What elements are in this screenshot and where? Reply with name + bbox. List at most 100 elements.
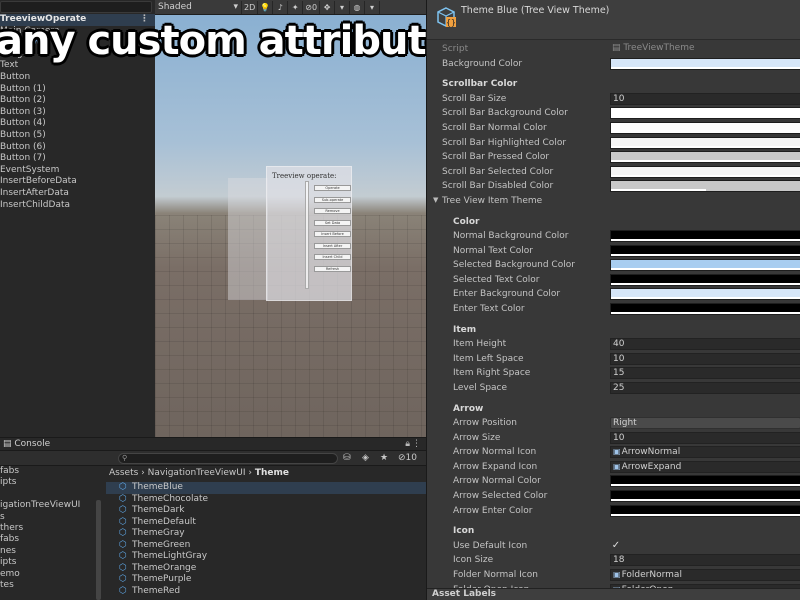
console-icon: ▤ (3, 439, 12, 449)
folder-item[interactable]: s (0, 512, 100, 523)
tools-icon[interactable]: ✥ (320, 0, 336, 14)
property-dropdown-arrow-position[interactable]: Right (610, 417, 800, 429)
treeview-button-set-data[interactable]: Set Data (314, 219, 351, 226)
asset-item-themepurple[interactable]: ⬡ ThemePurple (106, 574, 426, 586)
more-options-icon[interactable]: ⋮ (412, 439, 421, 449)
folder-item[interactable]: emo (0, 569, 100, 580)
lock-icon[interactable]: 🔒︎ (405, 439, 410, 449)
hierarchy-item-button-5[interactable]: Button (5) (0, 130, 155, 142)
treeview-button-operate[interactable]: Operate (314, 185, 351, 191)
asset-item-themedefault[interactable]: ⬡ ThemeDefault (106, 517, 426, 529)
foldout-arrow-icon[interactable]: ▼ (433, 196, 438, 204)
property-field-scroll-bar-size[interactable]: 10 (610, 92, 800, 105)
treeview-button-sub-operate[interactable]: Sub-operate (314, 196, 351, 203)
folder-item[interactable]: thers (0, 523, 100, 534)
property-color-selected-text-color[interactable] (610, 273, 800, 286)
asset-item-themegray[interactable]: ⬡ ThemeGray (106, 528, 426, 540)
property-checkbox-use-default-icon[interactable]: ✓ (610, 540, 622, 552)
audio-icon[interactable]: ♪ (273, 0, 289, 14)
folder-item[interactable]: igationTreeViewUI (0, 500, 100, 511)
tab-console[interactable]: ▤ Console (3, 439, 50, 449)
treeview-button-insert-before[interactable]: Insert Before (314, 231, 351, 237)
treeview-button-remove[interactable]: Remove (314, 208, 351, 214)
property-color-enter-text-color[interactable] (610, 303, 800, 315)
breadcrumb-item-navigationtreeviewui[interactable]: NavigationTreeViewUI (148, 468, 246, 478)
tools-dropdown-icon[interactable]: ▾ (335, 0, 351, 14)
property-color-normal-text-color[interactable] (610, 244, 800, 257)
breadcrumb-item-assets[interactable]: Assets (109, 468, 138, 478)
script-name: TreeViewTheme (623, 43, 695, 53)
gizmos-dropdown-icon[interactable]: ▾ (365, 0, 381, 14)
property-object-arrow-normal-icon[interactable]: ▣ArrowNormal (610, 446, 800, 459)
property-field-icon-size[interactable]: 18 (610, 554, 800, 567)
hierarchy-item-button-3[interactable]: Button (3) (0, 107, 155, 119)
asset-item-themegreen[interactable]: ⬡ ThemeGreen (106, 540, 426, 552)
folder-item[interactable]: nes (0, 546, 100, 557)
property-color-arrow-normal-color[interactable] (610, 475, 800, 488)
folder-item[interactable]: fabs (0, 534, 100, 545)
hierarchy-search-input[interactable] (0, 1, 152, 13)
property-field-level-space[interactable]: 25 (610, 381, 800, 394)
property-field-arrow-size[interactable]: 10 (610, 431, 800, 444)
hierarchy-item-button-4[interactable]: Button (4) (0, 118, 155, 130)
hidden-packages-count: 10 (405, 453, 417, 463)
treeview-button-insert-child[interactable]: Insert Child (314, 254, 351, 260)
property-color-scroll-bar-pressed-color[interactable] (610, 151, 800, 164)
property-object-arrow-expand-icon[interactable]: ▣ArrowExpand (610, 460, 800, 473)
property-color-scroll-bar-highlighted-color[interactable] (610, 136, 800, 149)
hierarchy-item-insertafterdata[interactable]: InsertAfterData (0, 188, 155, 200)
property-color-arrow-enter-color[interactable] (610, 504, 800, 517)
shading-mode-dropdown[interactable]: Shaded ▾ (155, 0, 242, 14)
asset-item-themered[interactable]: ⬡ ThemeRed (106, 586, 426, 598)
property-color-scroll-bar-selected-color[interactable] (610, 165, 800, 178)
property-color-selected-background-color[interactable] (610, 259, 800, 272)
hierarchy-item-button-2[interactable]: Button (2) (0, 95, 155, 107)
folder-item[interactable]: tes (0, 580, 100, 591)
property-object-folder-normal-icon[interactable]: ▣FolderNormal (610, 568, 800, 581)
property-field-item-left-space[interactable]: 10 (610, 352, 800, 365)
property-color-scroll-bar-disabled-color[interactable] (610, 180, 800, 193)
property-color-arrow-selected-color[interactable] (610, 490, 800, 502)
property-color-scroll-bar-normal-color[interactable] (610, 121, 800, 134)
folder-item[interactable]: ipts (0, 477, 100, 488)
treeview-button-insert-after[interactable]: Insert After (314, 242, 351, 249)
color-alpha-bar (611, 253, 800, 256)
filter-by-type-icon[interactable]: ⛁ (343, 453, 351, 463)
property-field-item-right-space[interactable]: 15 (610, 367, 800, 380)
hierarchy-item-button-6[interactable]: Button (6) (0, 142, 155, 154)
project-search-input[interactable]: ⚲ (118, 453, 338, 464)
asset-item-themeorange[interactable]: ⬡ ThemeOrange (106, 563, 426, 575)
favorite-star-icon[interactable]: ★ (380, 453, 388, 463)
scene-view[interactable]: Treeview operate: Operate Sub-operate Remo… (155, 15, 426, 437)
property-color-scroll-bar-background-color[interactable] (610, 107, 800, 120)
property-color-normal-background-color[interactable] (610, 230, 800, 242)
gizmos-icon[interactable]: ◍ (350, 0, 366, 14)
hierarchy-item-insertchilddata[interactable]: InsertChildData (0, 200, 155, 212)
asset-item-themedark[interactable]: ⬡ ThemeDark (106, 505, 426, 517)
hidden-objects-button[interactable]: ⊘0 (303, 0, 321, 14)
folder-item[interactable]: ipts (0, 557, 100, 568)
effects-icon[interactable]: ✦ (288, 0, 304, 14)
asset-labels-section[interactable]: Asset Labels (427, 588, 800, 600)
property-color-enter-background-color[interactable] (610, 288, 800, 301)
treeview-button-refresh[interactable]: Refresh (314, 265, 351, 272)
property-color-background-color[interactable] (610, 57, 800, 70)
asset-item-themechocolate[interactable]: ⬡ ThemeChocolate (106, 494, 426, 506)
hidden-packages-button[interactable]: ⊘10 (398, 453, 417, 463)
asset-item-themeblue[interactable]: ⬡ ThemeBlue (106, 482, 426, 494)
2d-toggle-button[interactable]: 2D (242, 0, 259, 14)
lighting-icon[interactable]: 💡 (258, 0, 274, 14)
asset-item-themelightgray[interactable]: ⬡ ThemeLightGray (106, 551, 426, 563)
hierarchy-item-button-1[interactable]: Button (1) (0, 84, 155, 96)
hierarchy-item-insertbeforedata[interactable]: InsertBeforeData (0, 176, 155, 188)
property-row-tree-view-item-theme[interactable]: ▼ Tree View Item Theme (427, 194, 800, 209)
hierarchy-item-button-7[interactable]: Button (7) (0, 153, 155, 165)
filter-by-label-icon[interactable]: ◈ (362, 453, 369, 463)
hierarchy-item-eventsystem[interactable]: EventSystem (0, 165, 155, 177)
folder-tree-scrollbar[interactable] (96, 500, 101, 600)
property-field-item-height[interactable]: 40 (610, 338, 800, 351)
hierarchy-item-button[interactable]: Button (0, 72, 155, 84)
breadcrumb-item-theme[interactable]: Theme (255, 468, 289, 478)
folder-item[interactable]: fabs (0, 466, 100, 477)
folder-item[interactable] (0, 489, 100, 500)
